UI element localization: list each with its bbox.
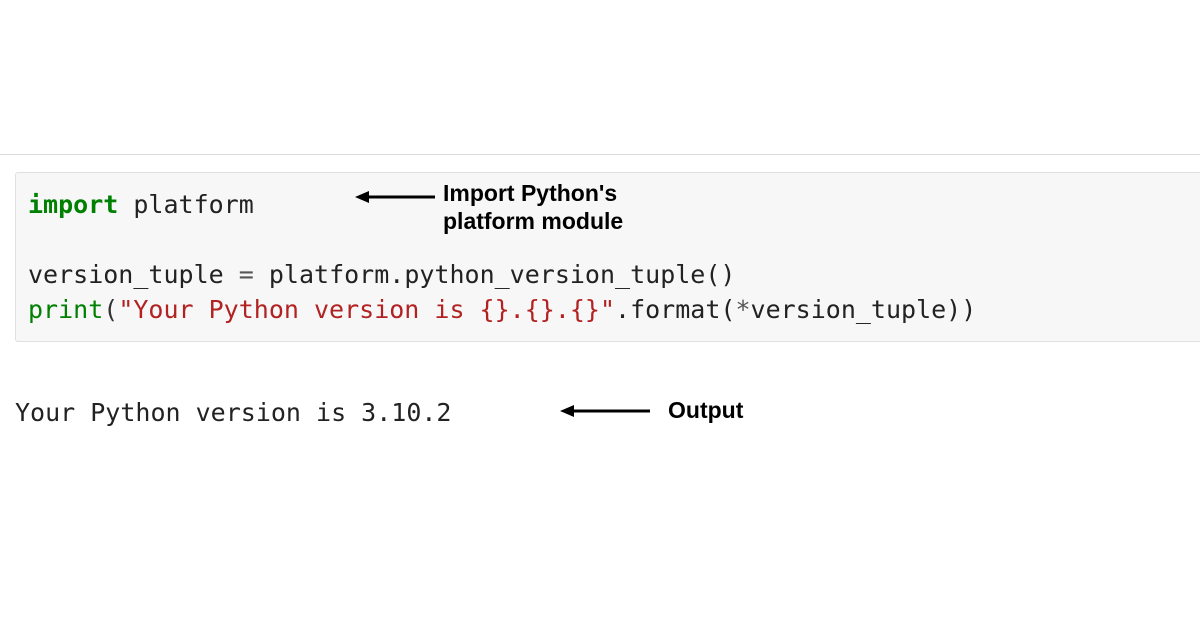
divider-line <box>0 154 1200 155</box>
space <box>224 260 239 289</box>
module-name: platform <box>133 190 253 219</box>
arrow-left-icon <box>560 404 650 418</box>
print-fn: print <box>28 295 103 324</box>
space <box>254 260 269 289</box>
output-text: Your Python version is 3.10.2 <box>15 398 452 427</box>
space <box>118 190 133 219</box>
format-call: .format( <box>615 295 735 324</box>
string-literal: "Your Python version is {}.{}.{}" <box>118 295 615 324</box>
annotation-output-text: Output <box>668 397 743 425</box>
annotation-output: Output <box>560 397 743 425</box>
format-arg: version_tuple)) <box>751 295 977 324</box>
var-name: version_tuple <box>28 260 224 289</box>
keyword-import: import <box>28 190 118 219</box>
equals-op: = <box>239 260 254 289</box>
call-expr: platform.python_version_tuple() <box>269 260 736 289</box>
code-cell: import platform version_tuple = platform… <box>15 172 1200 342</box>
star-op: * <box>735 295 750 324</box>
paren-open: ( <box>103 295 118 324</box>
